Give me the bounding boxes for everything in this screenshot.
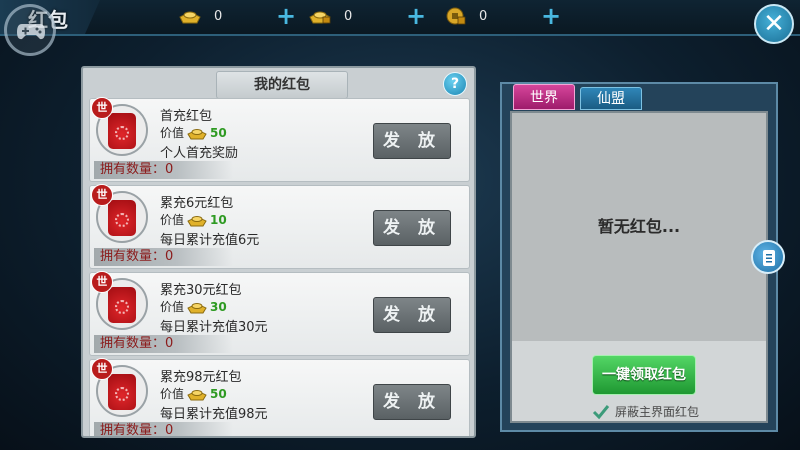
add-bound-button[interactable]: + [404, 4, 428, 28]
currency-bound-value: 0 [344, 8, 353, 24]
owned-label: 拥有数量： [100, 249, 166, 264]
red-packet-description: 每日累计充值6元 [160, 233, 260, 248]
red-packet-description: 个人首充奖励 [160, 146, 239, 161]
red-packet-item: 世 累充30元红包 价值 30 每日累计充值30元 拥有数量：0 发 放 [89, 271, 470, 356]
red-packet-item: 世 首充红包 价值 50 个人首充奖励 拥有数量：0 发 放 [89, 97, 470, 182]
send-button[interactable]: 发 放 [373, 297, 451, 333]
red-packet-name: 首充红包 [160, 109, 213, 124]
currency-gold: 0 + [178, 4, 298, 28]
gamepad-icon[interactable] [4, 4, 56, 56]
world-badge: 世 [91, 97, 113, 119]
send-button[interactable]: 发 放 [373, 210, 451, 246]
value-label: 价值 [160, 126, 185, 140]
close-button[interactable]: ✕ [754, 4, 794, 44]
claim-all-button[interactable]: 一键领取红包 [592, 355, 696, 395]
coin-lock-icon [446, 7, 466, 25]
owned-label: 拥有数量： [100, 336, 166, 351]
currency-gold-value: 0 [214, 8, 223, 24]
panel-title: 我的红包 [216, 71, 348, 99]
world-badge: 世 [91, 271, 113, 293]
block-main-ui-label: 屏蔽主界面红包 [615, 405, 700, 419]
owned-label: 拥有数量： [100, 423, 166, 438]
red-packet-name: 累充98元红包 [160, 370, 242, 385]
top-bar: 红包 0 + 0 + 0 + [0, 0, 800, 36]
value-number: 10 [210, 212, 227, 227]
block-main-ui-toggle[interactable]: 屏蔽主界面红包 [592, 403, 699, 420]
red-packet-description: 每日累计充值98元 [160, 407, 268, 422]
checkbox-check-icon[interactable] [592, 404, 610, 420]
red-packet-feed-panel: 世界 仙盟 暂无红包... 一键领取红包 屏蔽主界面红包 [500, 82, 778, 432]
owned-value: 0 [165, 249, 174, 264]
add-gold-button[interactable]: + [274, 4, 298, 28]
currency-bound: 0 + [308, 4, 428, 28]
world-badge: 世 [91, 184, 113, 206]
red-packet-value: 价值 50 [160, 385, 227, 402]
currency-coin-value: 0 [479, 8, 488, 24]
my-red-packets-panel: 我的红包 ? 世 首充红包 价值 50 个人首充奖励 拥有数量：0 发 放 世 … [81, 66, 476, 438]
owned-count: 拥有数量：0 [94, 335, 234, 353]
tab-alliance[interactable]: 仙盟 [580, 87, 642, 110]
owned-count: 拥有数量：0 [94, 248, 234, 266]
value-label: 价值 [160, 387, 185, 401]
owned-count: 拥有数量：0 [94, 422, 234, 438]
red-packet-name: 累充6元红包 [160, 196, 234, 211]
gold-ingot-icon [179, 11, 201, 24]
value-label: 价值 [160, 213, 185, 227]
red-packet-value: 价值 30 [160, 298, 227, 315]
side-document-button[interactable] [751, 240, 785, 274]
empty-state-text: 暂无红包... [597, 217, 681, 236]
feed-content: 暂无红包... 一键领取红包 屏蔽主界面红包 [510, 111, 768, 423]
gold-ingot-icon [187, 215, 207, 226]
help-button[interactable]: ? [443, 72, 467, 96]
bound-ingot-icon [309, 11, 331, 24]
value-number: 50 [210, 386, 227, 401]
owned-value: 0 [165, 162, 174, 177]
document-icon [763, 250, 775, 266]
owned-value: 0 [165, 336, 174, 351]
red-packet-name: 累充30元红包 [160, 283, 242, 298]
owned-label: 拥有数量： [100, 162, 166, 177]
red-packet-description: 每日累计充值30元 [160, 320, 268, 335]
currency-coin: 0 + [445, 4, 563, 28]
gold-ingot-icon [187, 389, 207, 400]
red-packet-item: 世 累充98元红包 价值 50 每日累计充值98元 拥有数量：0 发 放 [89, 358, 470, 438]
world-badge: 世 [91, 358, 113, 380]
value-number: 30 [210, 299, 227, 314]
owned-count: 拥有数量：0 [94, 161, 234, 179]
red-packet-list: 世 首充红包 价值 50 个人首充奖励 拥有数量：0 发 放 世 累充6元红包 … [89, 97, 470, 438]
red-packet-value: 价值 10 [160, 211, 227, 228]
red-packet-value: 价值 50 [160, 124, 227, 141]
send-button[interactable]: 发 放 [373, 384, 451, 420]
red-packet-item: 世 累充6元红包 价值 10 每日累计充值6元 拥有数量：0 发 放 [89, 184, 470, 269]
send-button[interactable]: 发 放 [373, 123, 451, 159]
gold-ingot-icon [187, 302, 207, 313]
tab-world[interactable]: 世界 [513, 84, 575, 110]
value-label: 价值 [160, 300, 185, 314]
add-coin-button[interactable]: + [539, 4, 563, 28]
owned-value: 0 [165, 423, 174, 438]
value-number: 50 [210, 125, 227, 140]
gold-ingot-icon [187, 128, 207, 139]
